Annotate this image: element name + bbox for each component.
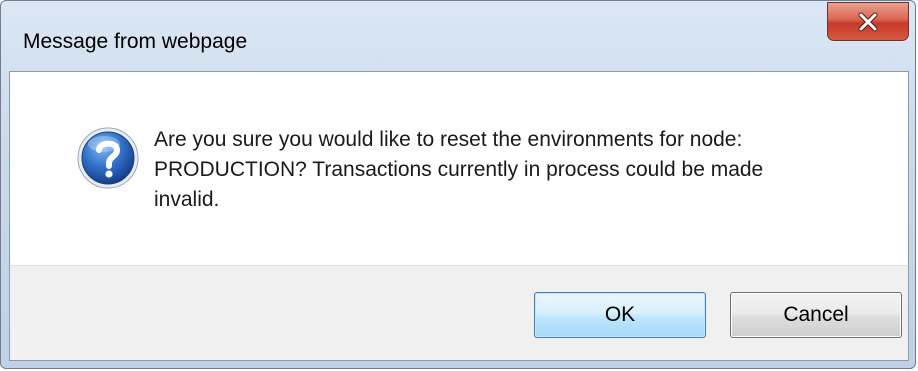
message-line: Are you sure you would like to reset the… xyxy=(154,128,743,151)
cancel-button[interactable]: Cancel xyxy=(730,292,902,338)
message-area: Are you sure you would like to reset the… xyxy=(10,72,908,265)
question-icon xyxy=(77,127,139,189)
window-title: Message from webpage xyxy=(23,30,248,53)
title-bar[interactable]: Message from webpage xyxy=(1,1,915,71)
close-icon xyxy=(858,12,878,31)
ok-button[interactable]: OK xyxy=(534,292,706,338)
message-line: PRODUCTION? Transactions currently in pr… xyxy=(154,158,764,181)
dialog-client-area: Are you sure you would like to reset the… xyxy=(9,71,909,361)
dialog-message: Are you sure you would like to reset the… xyxy=(154,125,874,215)
dialog-window: Message from webpage Are you sure you wo… xyxy=(0,0,916,369)
button-bar: OK Cancel xyxy=(10,265,908,360)
message-line: invalid. xyxy=(154,188,220,211)
close-button[interactable] xyxy=(827,2,909,41)
